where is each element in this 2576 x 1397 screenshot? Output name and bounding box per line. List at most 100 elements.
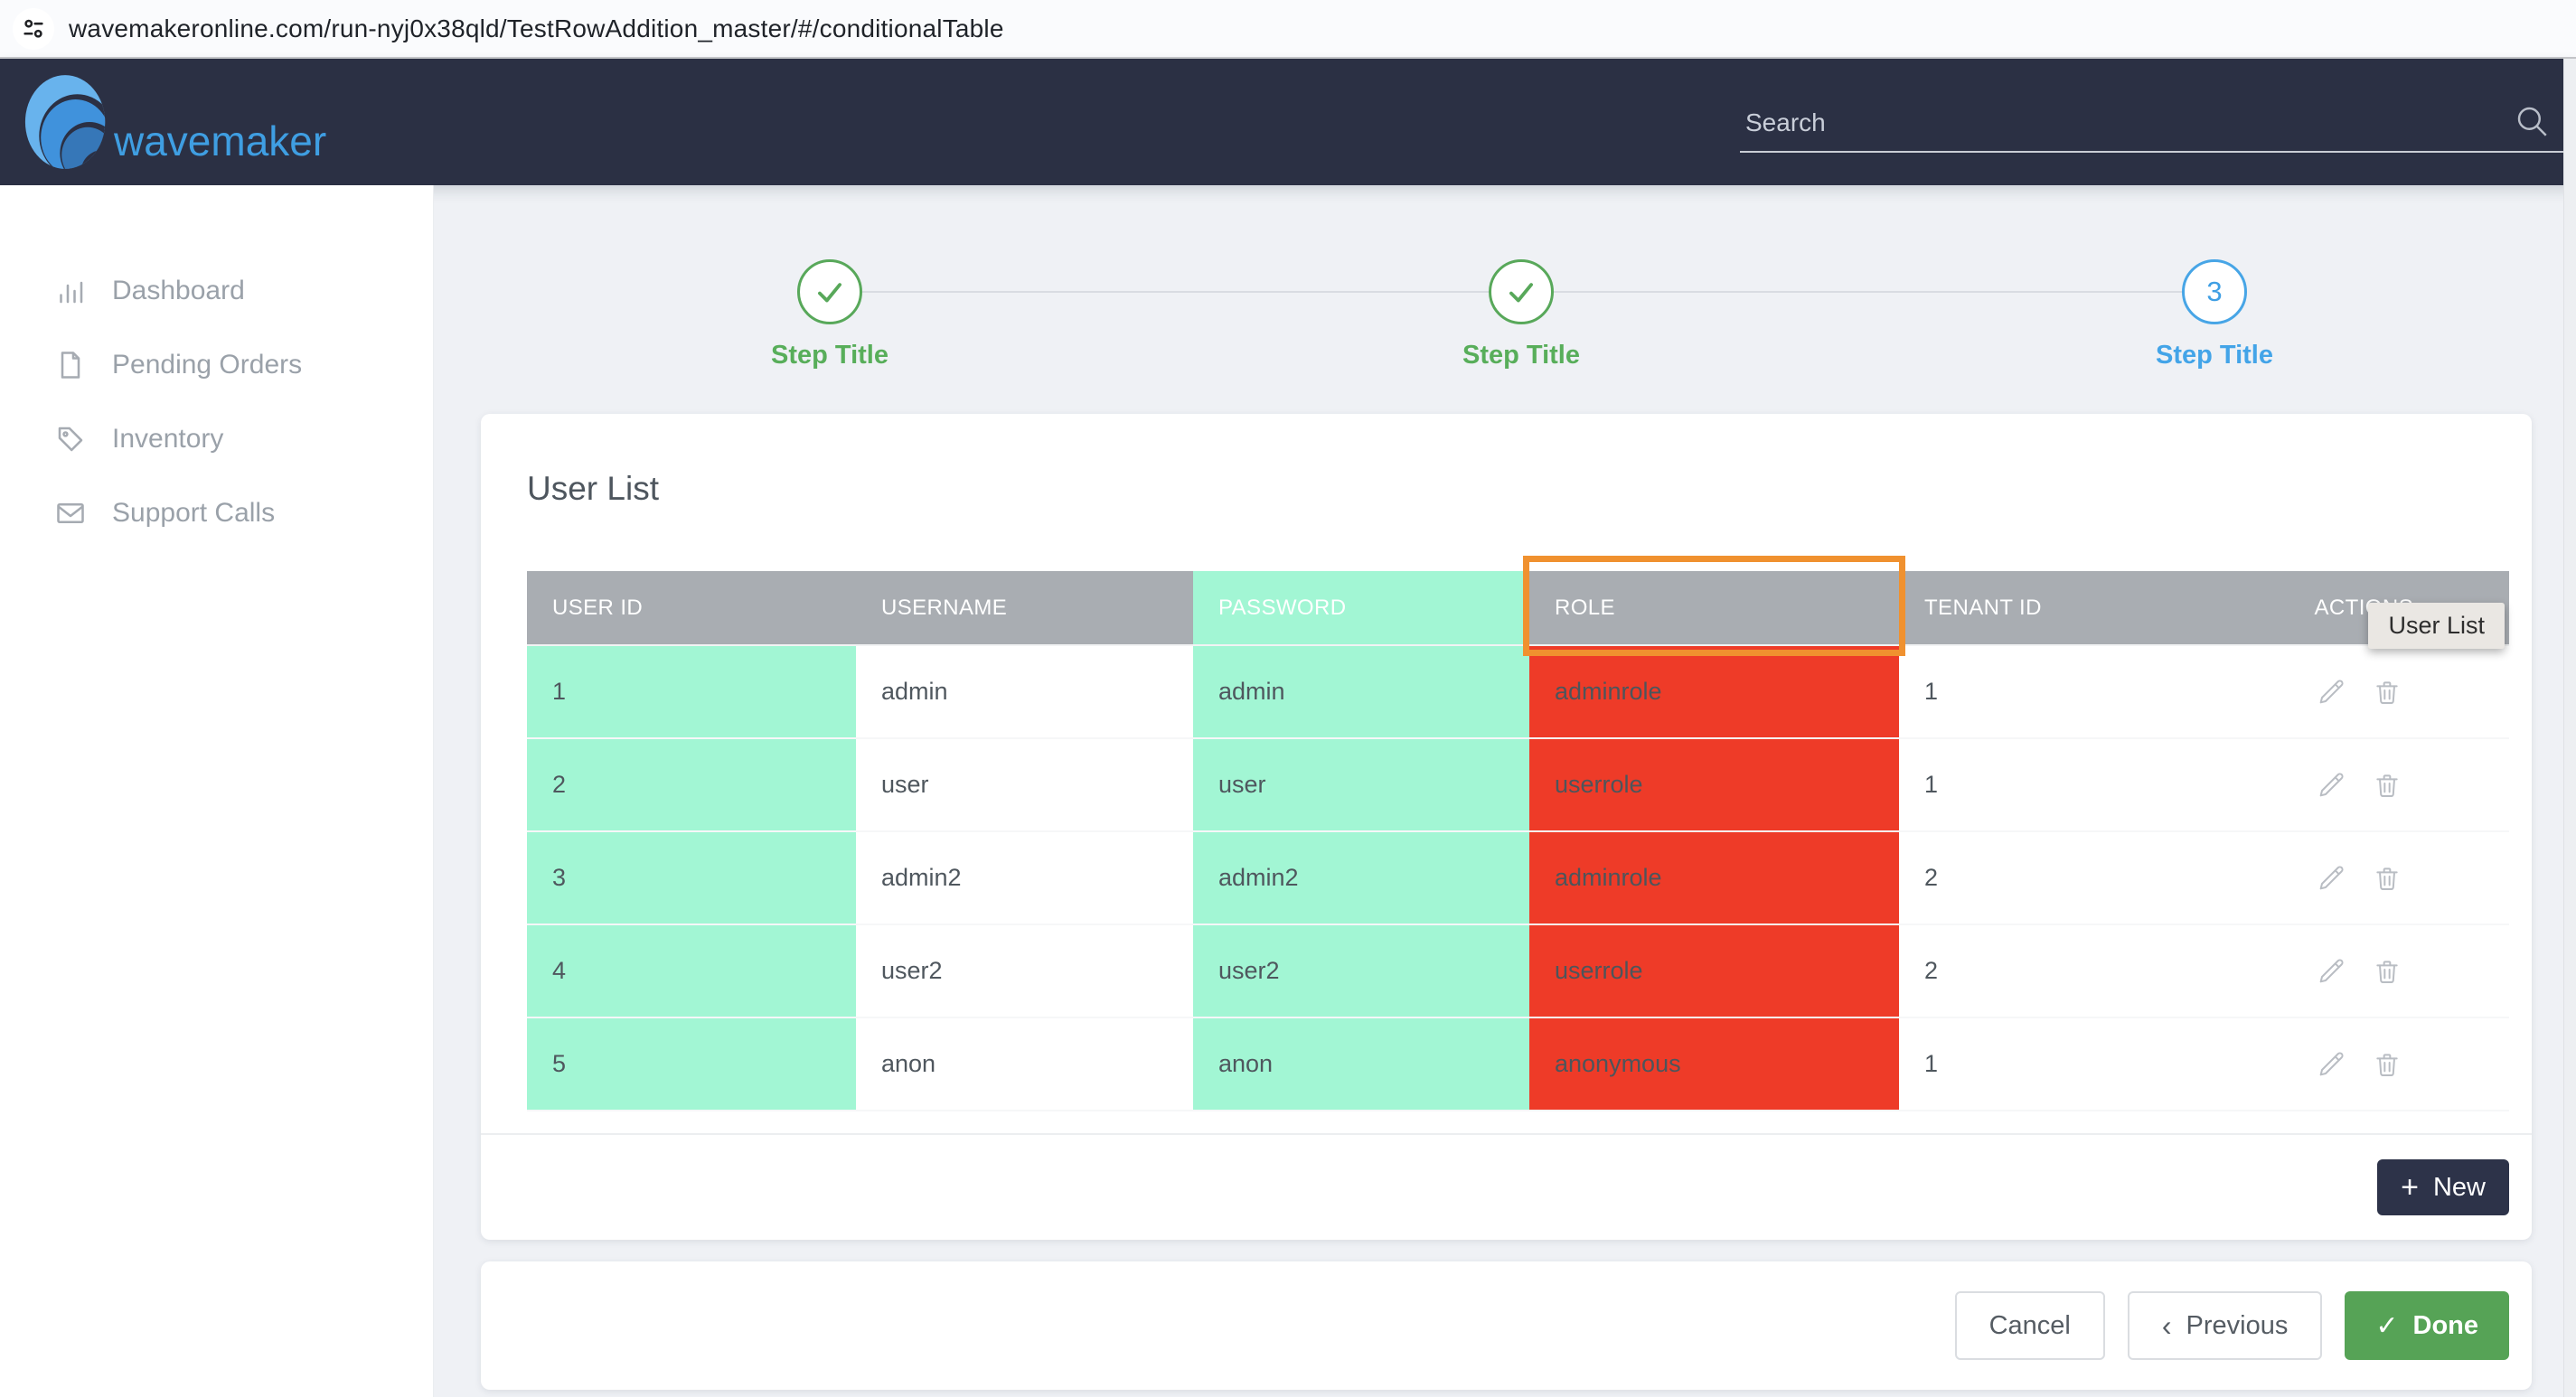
envelope-icon xyxy=(54,497,87,530)
wavemaker-wave-icon xyxy=(24,73,110,171)
table-body: 1 admin admin adminrole 1 2 user user us… xyxy=(527,646,2509,1111)
browser-address-bar[interactable]: wavemakeronline.com/run-nyj0x38qld/TestR… xyxy=(0,0,2576,59)
delete-row-button[interactable] xyxy=(2372,863,2402,894)
panel-title: User List xyxy=(481,414,2532,508)
cell-password: admin2 xyxy=(1193,832,1529,924)
search-icon[interactable] xyxy=(2513,102,2551,145)
pencil-icon xyxy=(2317,1050,2346,1079)
brand-logo[interactable]: wavemaker xyxy=(24,73,326,171)
cell-username: anon xyxy=(856,1018,1193,1110)
cell-actions xyxy=(2236,1018,2509,1110)
column-header-role[interactable]: ROLE xyxy=(1529,571,1899,644)
step-number-circle[interactable]: 3 xyxy=(2182,259,2247,324)
edit-row-button[interactable] xyxy=(2316,677,2346,708)
pencil-icon xyxy=(2317,678,2346,707)
delete-row-button[interactable] xyxy=(2372,1049,2402,1080)
page-body: Dashboard Pending Orders Inventory Suppo… xyxy=(0,185,2576,1397)
table-header-row: USER ID USERNAME PASSWORD ROLE TENANT ID… xyxy=(527,571,2509,646)
new-button[interactable]: + New xyxy=(2377,1159,2509,1215)
cell-role: adminrole xyxy=(1529,646,1899,737)
grid-tooltip: User List xyxy=(2368,603,2505,649)
edit-row-button[interactable] xyxy=(2316,863,2346,894)
previous-button-label: Previous xyxy=(2186,1311,2289,1341)
cell-username: admin2 xyxy=(856,832,1193,924)
trash-icon xyxy=(2373,1050,2402,1079)
cell-password: user2 xyxy=(1193,925,1529,1017)
cancel-button-label: Cancel xyxy=(1989,1311,2071,1341)
sidebar-item-support-calls[interactable]: Support Calls xyxy=(0,476,433,550)
user-list-panel: User List USER ID USERNAME PASSWORD ROLE… xyxy=(481,414,2532,1240)
wizard-step-2[interactable]: Step Title xyxy=(1377,259,1666,370)
column-header-username[interactable]: USERNAME xyxy=(856,571,1193,644)
step-label: Step Title xyxy=(2070,341,2359,370)
cell-tenant-id: 1 xyxy=(1899,646,2236,737)
cell-actions xyxy=(2236,925,2509,1017)
table-row: 4 user2 user2 userrole 2 xyxy=(527,925,2509,1018)
wizard-step-3[interactable]: 3 Step Title xyxy=(2070,259,2359,370)
column-header-user-id[interactable]: USER ID xyxy=(527,571,856,644)
sidebar-item-inventory[interactable]: Inventory xyxy=(0,402,433,476)
cell-password: anon xyxy=(1193,1018,1529,1110)
done-button-label: Done xyxy=(2413,1311,2479,1341)
check-icon: ✓ xyxy=(2375,1310,2398,1342)
new-button-label: New xyxy=(2433,1173,2486,1203)
column-header-tenant-id[interactable]: TENANT ID xyxy=(1899,571,2236,644)
main-content: Step Title Step Title 3 Step Title User … xyxy=(434,185,2576,1397)
document-icon xyxy=(54,349,87,381)
table-row: 3 admin2 admin2 adminrole 2 xyxy=(527,832,2509,925)
url-text[interactable]: wavemakeronline.com/run-nyj0x38qld/TestR… xyxy=(69,14,1004,43)
cell-role: anonymous xyxy=(1529,1018,1899,1110)
plus-icon: + xyxy=(2401,1172,2419,1203)
previous-button[interactable]: ‹ Previous xyxy=(2128,1291,2322,1360)
check-icon xyxy=(813,275,847,309)
cancel-button[interactable]: Cancel xyxy=(1955,1291,2105,1360)
pencil-icon xyxy=(2317,771,2346,800)
cell-role: userrole xyxy=(1529,739,1899,830)
cell-tenant-id: 1 xyxy=(1899,1018,2236,1110)
trash-icon xyxy=(2373,678,2402,707)
wizard-action-bar: Cancel ‹ Previous ✓ Done xyxy=(481,1261,2532,1390)
step-label: Step Title xyxy=(1377,341,1666,370)
trash-icon xyxy=(2373,771,2402,800)
step-done-circle[interactable] xyxy=(1489,259,1554,324)
trash-icon xyxy=(2373,864,2402,893)
wizard-step-1[interactable]: Step Title xyxy=(685,259,974,370)
delete-row-button[interactable] xyxy=(2372,770,2402,801)
trash-icon xyxy=(2373,957,2402,986)
cell-username: admin xyxy=(856,646,1193,737)
cell-user-id: 2 xyxy=(527,739,856,830)
sidebar: Dashboard Pending Orders Inventory Suppo… xyxy=(0,185,434,1397)
cell-tenant-id: 2 xyxy=(1899,925,2236,1017)
sidebar-item-pending-orders[interactable]: Pending Orders xyxy=(0,328,433,402)
sidebar-item-label: Pending Orders xyxy=(112,350,302,380)
site-settings-icon[interactable] xyxy=(13,8,54,50)
check-icon xyxy=(1504,275,1538,309)
cell-password: admin xyxy=(1193,646,1529,737)
edit-row-button[interactable] xyxy=(2316,770,2346,801)
column-header-password[interactable]: PASSWORD xyxy=(1193,571,1529,644)
search-input[interactable] xyxy=(1740,95,2576,151)
done-button[interactable]: ✓ Done xyxy=(2345,1291,2509,1360)
pencil-icon xyxy=(2317,957,2346,986)
delete-row-button[interactable] xyxy=(2372,956,2402,987)
panel-footer: + New xyxy=(481,1133,2532,1240)
page-scrollbar[interactable] xyxy=(2563,59,2576,1397)
chevron-left-icon: ‹ xyxy=(2162,1311,2172,1340)
step-done-circle[interactable] xyxy=(797,259,862,324)
sidebar-item-label: Dashboard xyxy=(112,276,245,306)
delete-row-button[interactable] xyxy=(2372,677,2402,708)
cell-actions xyxy=(2236,832,2509,924)
table-row: 1 admin admin adminrole 1 xyxy=(527,646,2509,739)
cell-username: user xyxy=(856,739,1193,830)
cell-user-id: 1 xyxy=(527,646,856,737)
sidebar-item-label: Inventory xyxy=(112,424,223,455)
cell-actions xyxy=(2236,646,2509,737)
cell-username: user2 xyxy=(856,925,1193,1017)
search-box xyxy=(1740,95,2576,153)
edit-row-button[interactable] xyxy=(2316,956,2346,987)
step-label: Step Title xyxy=(685,341,974,370)
sidebar-item-dashboard[interactable]: Dashboard xyxy=(0,254,433,328)
edit-row-button[interactable] xyxy=(2316,1049,2346,1080)
cell-user-id: 5 xyxy=(527,1018,856,1110)
bar-chart-icon xyxy=(54,275,87,307)
